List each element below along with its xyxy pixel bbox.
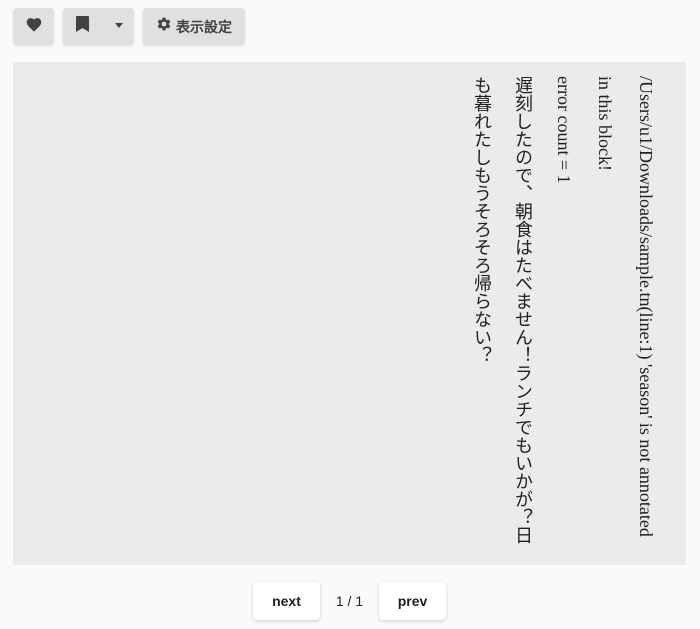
bookmark-dropdown-button[interactable] (63, 8, 134, 45)
caret-down-icon (115, 23, 123, 28)
reader-page: /Users/u1/Downloads/sample.tn(line:1) 's… (13, 62, 686, 565)
vertical-text-content: /Users/u1/Downloads/sample.tn(line:1) 's… (461, 76, 666, 546)
display-settings-label: 表示設定 (176, 18, 232, 35)
prev-button[interactable]: prev (379, 582, 446, 620)
pagination: next 1 / 1 prev (0, 582, 700, 622)
display-settings-button[interactable]: 表示設定 (143, 8, 245, 45)
body-text-line: 遅刻したので、朝食はたべません！ランチでもいかが？日も暮れたしもうそろそろ帰らな… (472, 76, 533, 544)
page-indicator: 1 / 1 (335, 593, 364, 609)
gear-icon (156, 16, 172, 37)
bookmark-icon (76, 16, 89, 37)
error-message-line: /Users/u1/Downloads/sample.tn(line:1) 's… (595, 76, 656, 537)
error-count-line: error count = 1 (554, 76, 574, 184)
toolbar: 表示設定 (0, 0, 700, 56)
favorite-button[interactable] (13, 8, 54, 45)
next-button[interactable]: next (253, 582, 320, 620)
heart-icon (25, 16, 43, 37)
